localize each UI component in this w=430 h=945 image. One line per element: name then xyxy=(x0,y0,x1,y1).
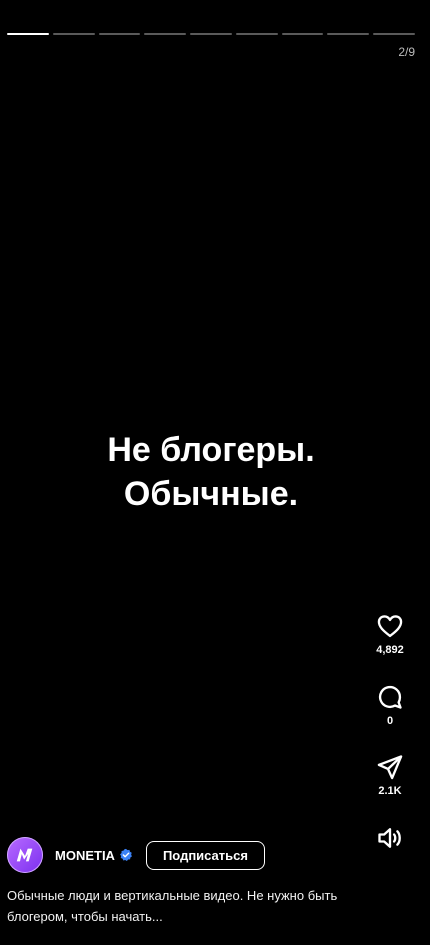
share-count: 2.1K xyxy=(378,785,402,797)
like-count: 4,892 xyxy=(376,644,404,656)
heart-icon xyxy=(377,615,403,638)
story-progress-bar xyxy=(7,33,416,35)
avatar[interactable] xyxy=(7,837,43,873)
comment-icon xyxy=(378,685,402,709)
follow-button[interactable]: Подписаться xyxy=(145,840,265,870)
volume-button[interactable] xyxy=(376,824,404,852)
post-caption[interactable]: Обычные люди и вертикальные видео. Не ну… xyxy=(7,885,347,927)
story-headline: Не блогеры. Обычные. xyxy=(0,428,422,516)
comment-count: 0 xyxy=(386,715,394,727)
progress-segment[interactable] xyxy=(281,33,324,35)
progress-segment[interactable] xyxy=(144,33,187,35)
progress-segment[interactable] xyxy=(327,33,370,35)
author-row: MONETIA Подписаться xyxy=(7,837,265,873)
share-icon xyxy=(377,755,403,780)
progress-segment[interactable] xyxy=(190,33,232,35)
progress-segment[interactable] xyxy=(98,33,141,35)
progress-segment[interactable] xyxy=(235,33,278,35)
slide-counter: 2/9 xyxy=(398,45,415,59)
progress-segment[interactable] xyxy=(7,33,49,35)
progress-segment[interactable] xyxy=(373,33,416,35)
progress-segment[interactable] xyxy=(52,33,95,35)
headline-line: Обычные. xyxy=(123,475,299,513)
like-button[interactable]: 4,892 xyxy=(376,612,404,657)
headline-line: Не блогеры. xyxy=(107,431,315,469)
volume-icon xyxy=(378,828,401,848)
comment-button[interactable]: 0 xyxy=(376,683,404,728)
brand-logo-icon xyxy=(16,848,33,862)
verified-icon xyxy=(120,848,132,862)
author-name[interactable]: MONETIA xyxy=(55,848,115,863)
share-button[interactable]: 2.1K xyxy=(376,753,404,798)
action-rail: 4,892 0 2.1K xyxy=(363,612,417,852)
